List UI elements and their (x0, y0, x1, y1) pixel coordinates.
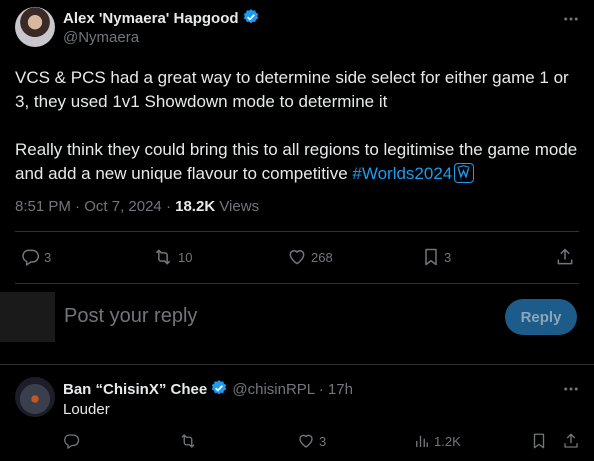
verified-badge-icon (242, 8, 260, 26)
reply-author-name[interactable]: Ban “ChisinX” Chee (63, 381, 207, 398)
tweet-body: VCS & PCS had a great way to determine s… (15, 66, 585, 186)
reply-like-action[interactable]: 3 (297, 432, 326, 450)
tweet-meta: 8:51 PM · Oct 7, 2024 · 18.2K Views (15, 198, 259, 215)
bookmark-icon (422, 247, 440, 267)
reply-share-action[interactable] (562, 432, 580, 450)
reply-icon (62, 432, 80, 450)
divider (0, 364, 594, 365)
author-handle[interactable]: @Nymaera (63, 29, 139, 46)
repost-count: 10 (178, 249, 193, 265)
reply-separator: · (318, 381, 324, 398)
share-action[interactable] (555, 247, 575, 267)
reply-count: 3 (44, 249, 52, 265)
verified-badge-icon (210, 379, 228, 397)
heart-icon (287, 247, 307, 267)
reply-more-options-icon[interactable] (562, 380, 580, 398)
reply-author-avatar[interactable] (15, 377, 55, 417)
like-count: 268 (311, 249, 333, 265)
bookmark-icon (531, 432, 547, 450)
tweet-paragraph-1: VCS & PCS had a great way to determine s… (15, 68, 569, 111)
repost-action[interactable]: 10 (152, 247, 192, 267)
repost-icon (152, 247, 174, 267)
hashtag-link[interactable]: #Worlds2024 (352, 164, 452, 183)
reply-reply-action[interactable] (62, 432, 84, 450)
author-name[interactable]: Alex 'Nymaera' Hapgood (63, 10, 239, 27)
share-icon (555, 247, 575, 267)
reply-age[interactable]: 17h (328, 381, 353, 398)
tweet-date[interactable]: Oct 7, 2024 (84, 198, 162, 215)
reply-icon (20, 247, 40, 267)
meta-separator-2: · (165, 198, 171, 215)
reply-bookmark-action[interactable] (531, 432, 547, 450)
reply-author-row[interactable]: Ban “ChisinX” Chee @chisinRPL · 17h (63, 379, 353, 398)
like-action[interactable]: 268 (287, 247, 333, 267)
more-options-icon[interactable] (562, 10, 580, 28)
heart-icon (297, 432, 315, 450)
tweet-time[interactable]: 8:51 PM (15, 198, 71, 215)
share-icon (562, 432, 580, 450)
meta-separator: · (75, 198, 81, 215)
worlds-logo-icon (454, 163, 475, 183)
reply-author-handle[interactable]: @chisinRPL (232, 381, 314, 398)
repost-icon (178, 432, 198, 450)
divider (15, 231, 579, 232)
reply-body: Louder (63, 401, 110, 418)
analytics-icon (414, 432, 430, 450)
self-avatar (0, 292, 55, 342)
bookmark-action[interactable]: 3 (422, 247, 451, 267)
tweet-paragraph-2-text: Really think they could bring this to al… (15, 140, 578, 183)
reply-button[interactable]: Reply (505, 299, 577, 335)
views-count: 18.2K (175, 198, 216, 215)
divider (15, 283, 579, 284)
reply-views-count: 1.2K (434, 433, 461, 449)
bookmark-count: 3 (444, 249, 452, 265)
author-name-row[interactable]: Alex 'Nymaera' Hapgood (63, 8, 260, 28)
author-avatar[interactable] (15, 7, 55, 47)
reply-repost-action[interactable] (178, 432, 202, 450)
reply-action[interactable]: 3 (20, 247, 51, 267)
reply-views-action[interactable]: 1.2K (414, 432, 461, 450)
reply-like-count: 3 (319, 433, 327, 449)
tweet-paragraph-2: Really think they could bring this to al… (15, 138, 585, 186)
reply-input[interactable]: Post your reply (64, 305, 197, 328)
views-label: Views (219, 198, 260, 215)
